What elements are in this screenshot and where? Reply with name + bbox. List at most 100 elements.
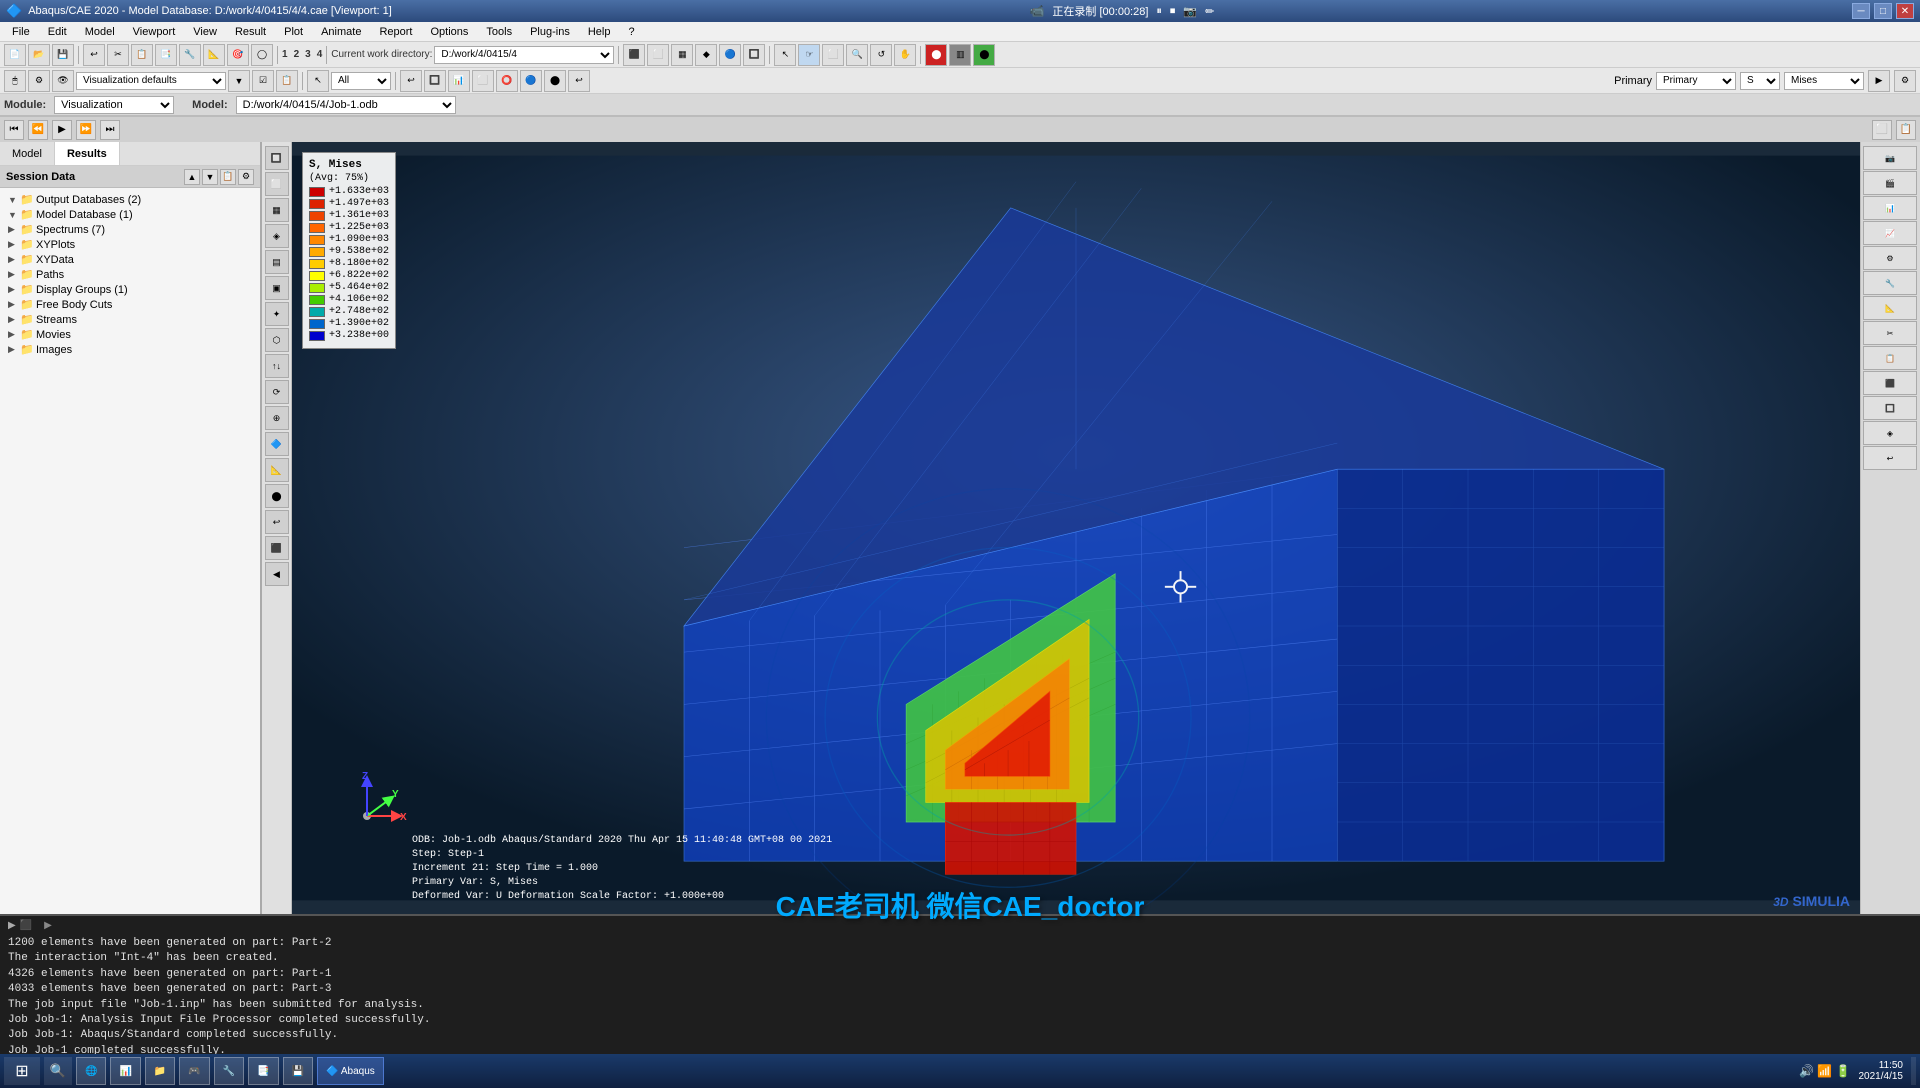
tb2-btn2[interactable]: ⚙ [28, 70, 50, 92]
viewport[interactable]: S, Mises (Avg: 75%) +1.633e+03 +1.497e+0… [292, 142, 1860, 914]
tool-arrow[interactable]: ↖ [774, 44, 796, 66]
rip-btn7[interactable]: 📐 [1863, 296, 1917, 320]
tree-item-output-db[interactable]: ▼ 📁 Output Databases (2) [0, 192, 260, 207]
tree-item-spectrums[interactable]: ▶ 📁 Spectrums (7) [0, 222, 260, 237]
vtb-btn12[interactable]: 🔷 [265, 432, 289, 456]
module-select[interactable]: Visualization [54, 96, 174, 114]
vtb-btn2[interactable]: ⬜ [265, 172, 289, 196]
menu-report[interactable]: Report [371, 24, 420, 40]
rip-btn4[interactable]: 📈 [1863, 221, 1917, 245]
rip-btn1[interactable]: 📷 [1863, 146, 1917, 170]
sess-btn1[interactable]: ▲ [184, 169, 200, 185]
apply-btn[interactable]: ▶ [1868, 70, 1890, 92]
rip-btn10[interactable]: ⬛ [1863, 371, 1917, 395]
menu-animate[interactable]: Animate [313, 24, 369, 40]
tree-item-streams[interactable]: ▶ 📁 Streams [0, 312, 260, 327]
menu-plugins[interactable]: Plug-ins [522, 24, 578, 40]
tree-item-xyplots[interactable]: ▶ 📁 XYPlots [0, 237, 260, 252]
tree-item-images[interactable]: ▶ 📁 Images [0, 342, 260, 357]
minimize-button[interactable]: ─ [1852, 3, 1870, 19]
render-btn3[interactable]: ▦ [671, 44, 693, 66]
tb-btn7[interactable]: 🎯 [227, 44, 249, 66]
num4[interactable]: 4 [317, 49, 323, 60]
next-frame-button[interactable]: ⏩ [76, 120, 96, 140]
tb2-btn9[interactable]: 📊 [448, 70, 470, 92]
tb2-btn6[interactable]: ↖ [307, 70, 329, 92]
taskbar-app1[interactable]: 🎮 [179, 1057, 209, 1085]
rip-btn6[interactable]: 🔧 [1863, 271, 1917, 295]
menu-file[interactable]: File [4, 24, 38, 40]
render-btn1[interactable]: ⬛ [623, 44, 645, 66]
taskbar-app4[interactable]: 💾 [283, 1057, 313, 1085]
menu-model[interactable]: Model [77, 24, 123, 40]
mises-select[interactable]: Mises [1784, 72, 1864, 90]
tb2-btn13[interactable]: ⬤ [544, 70, 566, 92]
tree-item-paths[interactable]: ▶ 📁 Paths [0, 267, 260, 282]
menu-viewport[interactable]: Viewport [125, 24, 184, 40]
vtb-btn17[interactable]: ◀ [265, 562, 289, 586]
primary-select[interactable]: Primary [1656, 72, 1736, 90]
menu-question[interactable]: ? [620, 24, 642, 40]
vtb-btn8[interactable]: ⬡ [265, 328, 289, 352]
pan-btn[interactable]: ✋ [894, 44, 916, 66]
vtb-btn9[interactable]: ↑↓ [265, 354, 289, 378]
tool-select[interactable]: ⬜ [822, 44, 844, 66]
tree-item-display-groups[interactable]: ▶ 📁 Display Groups (1) [0, 282, 260, 297]
num2[interactable]: 2 [294, 49, 300, 60]
taskbar-app3[interactable]: 📑 [248, 1057, 278, 1085]
render-btn6[interactable]: 🔲 [743, 44, 765, 66]
save-button[interactable]: 💾 [52, 44, 74, 66]
rip-btn3[interactable]: 📊 [1863, 196, 1917, 220]
menu-edit[interactable]: Edit [40, 24, 75, 40]
new-button[interactable]: 📄 [4, 44, 26, 66]
start-button[interactable]: ⊞ [4, 1057, 40, 1085]
tb2-btn4[interactable]: ☑ [252, 70, 274, 92]
vtb-btn16[interactable]: ⬛ [265, 536, 289, 560]
workdir-select[interactable]: D:/work/4/0415/4 [434, 46, 614, 64]
taskbar-explorer[interactable]: 📁 [145, 1057, 175, 1085]
tb2-btn3[interactable]: 👁 [52, 70, 74, 92]
tb-btn3[interactable]: 📋 [131, 44, 153, 66]
tb-btn8[interactable]: ◯ [251, 44, 273, 66]
render-btn4[interactable]: ◆ [695, 44, 717, 66]
s-select[interactable]: S [1740, 72, 1780, 90]
open-button[interactable]: 📂 [28, 44, 50, 66]
rip-btn11[interactable]: 🔲 [1863, 396, 1917, 420]
rip-btn5[interactable]: ⚙ [1863, 246, 1917, 270]
vtb-btn11[interactable]: ⊕ [265, 406, 289, 430]
show-desktop-button[interactable] [1911, 1057, 1916, 1085]
rotate-btn[interactable]: ↺ [870, 44, 892, 66]
first-frame-button[interactable]: ⏮ [4, 120, 24, 140]
vtb-btn1[interactable]: 🔲 [265, 146, 289, 170]
console-area[interactable]: ▶ ⬛ ▶ 1200 elements have been generated … [0, 914, 1920, 1054]
special-btn2[interactable]: ▥ [949, 44, 971, 66]
num1[interactable]: 1 [282, 49, 288, 60]
rip-btn8[interactable]: ✂ [1863, 321, 1917, 345]
vtb-btn13[interactable]: 📐 [265, 458, 289, 482]
rip-btn13[interactable]: ↩ [1863, 446, 1917, 470]
tree-item-freebody[interactable]: ▶ 📁 Free Body Cuts [0, 297, 260, 312]
model-tab[interactable]: Model [0, 142, 55, 165]
results-tab[interactable]: Results [55, 142, 120, 165]
menu-plot[interactable]: Plot [276, 24, 311, 40]
console-expand[interactable]: ▶ [44, 920, 52, 932]
vtb-btn6[interactable]: ▣ [265, 276, 289, 300]
menu-tools[interactable]: Tools [478, 24, 520, 40]
taskbar-abaqus[interactable]: 🔷 Abaqus [317, 1057, 384, 1085]
menu-help[interactable]: Help [580, 24, 619, 40]
tb-btn4[interactable]: 📑 [155, 44, 177, 66]
tb2-btn7[interactable]: ↩ [400, 70, 422, 92]
tb2-btn1[interactable]: 🖱 [4, 70, 26, 92]
sess-btn4[interactable]: ⚙ [238, 169, 254, 185]
vtb-btn14[interactable]: ⬤ [265, 484, 289, 508]
search-button[interactable]: 🔍 [44, 1057, 72, 1085]
play-button[interactable]: ▶ [52, 120, 72, 140]
taskbar-excel[interactable]: 📊 [110, 1057, 140, 1085]
tb2-btn5[interactable]: 📋 [276, 70, 298, 92]
expand-btn[interactable]: ⬜ [1872, 120, 1892, 140]
taskbar-browser[interactable]: 🌐 [76, 1057, 106, 1085]
vis-defaults-select[interactable]: Visualization defaults [76, 72, 226, 90]
tb-btn5[interactable]: 🔧 [179, 44, 201, 66]
rip-btn12[interactable]: ◈ [1863, 421, 1917, 445]
tool-cursor[interactable]: ☞ [798, 44, 820, 66]
